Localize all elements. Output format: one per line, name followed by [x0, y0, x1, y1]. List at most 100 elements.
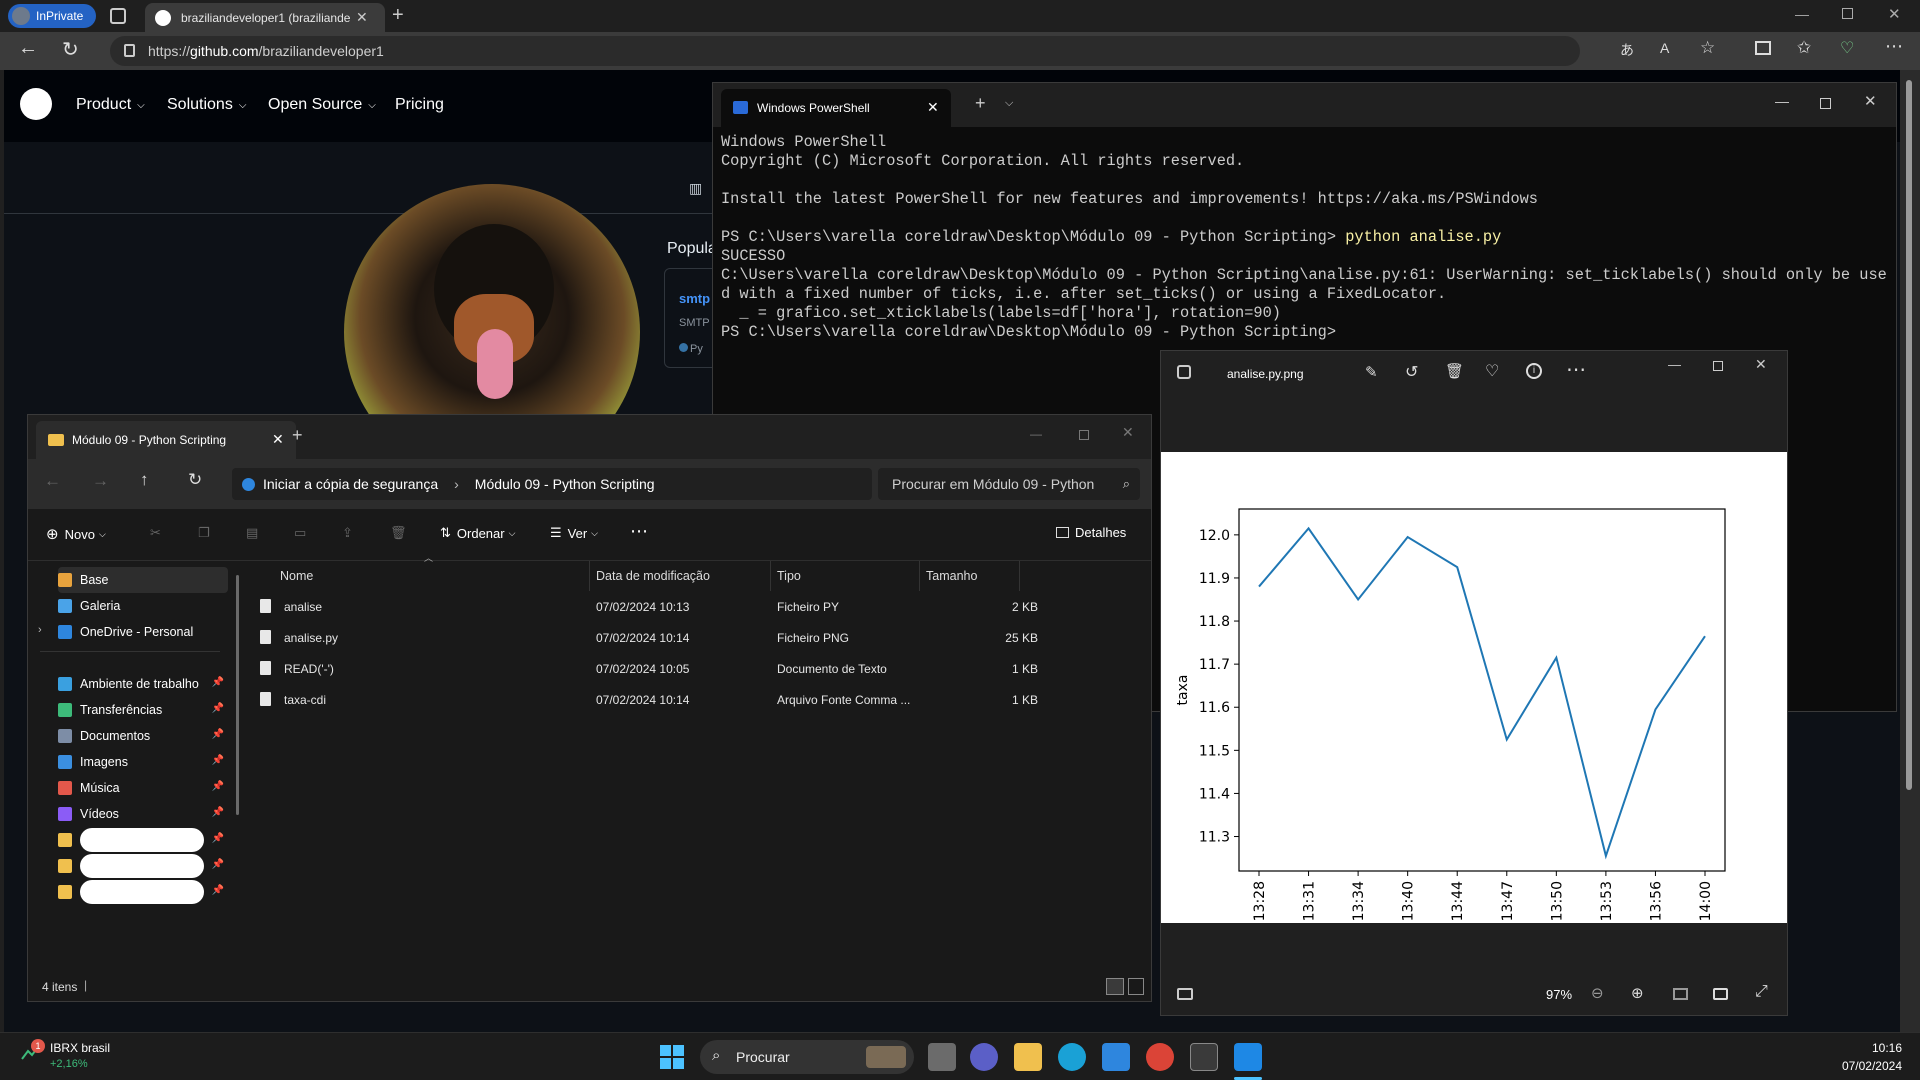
sidebar-item[interactable]: Música 📌	[58, 775, 228, 801]
restore-icon[interactable]	[1842, 8, 1853, 19]
search-input[interactable]: Procurar em Módulo 09 - Python ⌕	[878, 468, 1140, 500]
column-name[interactable]: Nome	[280, 561, 313, 591]
chrome-icon[interactable]	[1146, 1043, 1174, 1071]
pin-icon[interactable]: 📌	[212, 859, 224, 870]
sidebar-item[interactable]: Base	[58, 567, 228, 593]
read-aloud-icon[interactable]: あ	[1620, 40, 1634, 60]
zoom-in-icon[interactable]: ⊕	[1631, 984, 1644, 1002]
photos-icon[interactable]	[1234, 1043, 1262, 1071]
image-canvas[interactable]: 11.3 11.4 11.5 11.6 11.7 11.8 11.9 12.0 13:28 13:…	[1161, 452, 1787, 923]
edge-icon[interactable]	[1058, 1043, 1086, 1071]
nav-pricing[interactable]: Pricing	[395, 96, 444, 114]
breadcrumb[interactable]: Iniciar a cópia de segurança › Módulo 09…	[232, 468, 872, 500]
zoom-out-icon[interactable]: ⊖	[1591, 984, 1604, 1002]
favorite-star-icon[interactable]: ☆	[1700, 38, 1715, 58]
sidebar-item[interactable]: Imagens 📌	[58, 749, 228, 775]
taskbar-search[interactable]: ⌕ Procurar	[700, 1040, 914, 1074]
column-type[interactable]: Tipo	[777, 561, 801, 591]
chevron-down-icon[interactable]: ⌵	[1005, 97, 1013, 110]
fullscreen-icon[interactable]: ⤢	[1755, 983, 1768, 1001]
pin-icon[interactable]: 📌	[212, 703, 224, 714]
back-icon[interactable]: ←	[18, 37, 38, 60]
details-view-icon[interactable]	[1106, 978, 1124, 995]
up-icon[interactable]: ↑	[140, 470, 149, 490]
chat-icon[interactable]	[970, 1043, 998, 1071]
minimize-icon[interactable]: —	[1030, 427, 1042, 441]
breadcrumb-root[interactable]: Iniciar a cópia de segurança	[263, 476, 438, 492]
github-logo-icon[interactable]	[20, 88, 52, 120]
repo-name[interactable]: smtp	[679, 291, 710, 306]
browser-tab-github[interactable]: braziliandeveloper1 (braziliande ✕	[145, 3, 385, 32]
column-divider[interactable]	[919, 561, 920, 591]
sidebar-item[interactable]: Ambiente de trabalho 📌	[58, 671, 228, 697]
more-options-icon[interactable]: ⋯	[630, 521, 648, 542]
column-size[interactable]: Tamanho	[926, 561, 977, 591]
clock-time[interactable]: 10:16	[1856, 1041, 1902, 1055]
sidebar-item[interactable]: OneDrive - Personal	[58, 619, 228, 645]
column-divider[interactable]	[1019, 561, 1020, 591]
tab-actions-icon[interactable]	[110, 8, 126, 24]
fit-to-window-icon[interactable]	[1673, 988, 1688, 1000]
file-row[interactable]: analise 07/02/2024 10:13 Ficheiro PY 2 KB	[238, 591, 1048, 622]
store-icon[interactable]	[1102, 1043, 1130, 1071]
cut-icon[interactable]: ✂	[150, 525, 161, 541]
task-view-icon[interactable]	[928, 1043, 956, 1071]
minimize-icon[interactable]: —	[1668, 357, 1681, 372]
more-options-icon[interactable]: ⋯	[1566, 357, 1586, 382]
sort-button[interactable]: ⇅ Ordenar ⌵	[440, 525, 515, 541]
tiles-view-icon[interactable]	[1128, 978, 1144, 995]
nav-solutions[interactable]: Solutions ⌵	[167, 96, 246, 114]
back-icon[interactable]: ←	[44, 471, 61, 491]
column-divider[interactable]	[770, 561, 771, 591]
split-screen-icon[interactable]	[1755, 41, 1771, 55]
edit-image-icon[interactable]: ✎	[1365, 363, 1378, 381]
scrollbar-thumb[interactable]	[1906, 80, 1912, 790]
column-date[interactable]: Data de modificação	[596, 561, 710, 591]
settings-more-icon[interactable]: ⋯	[1885, 36, 1903, 57]
new-tab-icon[interactable]: +	[975, 93, 986, 114]
close-window-icon[interactable]: ✕	[1864, 92, 1877, 110]
breadcrumb-current[interactable]: Módulo 09 - Python Scripting	[475, 476, 655, 492]
pin-icon[interactable]: 📌	[212, 729, 224, 740]
pin-icon[interactable]: 📌	[212, 833, 224, 844]
close-tab-icon[interactable]: ✕	[356, 9, 368, 26]
share-icon[interactable]: ⇪	[342, 525, 353, 541]
file-row[interactable]: READ('-') 07/02/2024 10:05 Documento de Te…	[238, 653, 1048, 684]
clock-date[interactable]: 07/02/2024	[1830, 1059, 1902, 1073]
favorite-heart-icon[interactable]: ♡	[1485, 361, 1499, 381]
explorer-tab[interactable]: Módulo 09 - Python Scripting ✕	[36, 421, 296, 459]
filmstrip-icon[interactable]	[1177, 988, 1193, 1000]
file-row[interactable]: taxa-cdi 07/02/2024 10:14 Arquivo Fonte Co…	[238, 684, 1048, 715]
widget-title[interactable]: IBRX brasil	[50, 1041, 110, 1055]
favorites-icon[interactable]: ✩	[1797, 38, 1811, 58]
paste-icon[interactable]: ▤	[246, 525, 258, 541]
browser-essentials-icon[interactable]: ♡	[1840, 38, 1854, 58]
refresh-icon[interactable]: ↻	[188, 470, 202, 490]
terminal-tab[interactable]: Windows PowerShell ✕	[721, 89, 951, 127]
new-tab-icon[interactable]: +	[292, 425, 303, 446]
file-explorer-icon[interactable]	[1014, 1043, 1042, 1071]
minimize-icon[interactable]: —	[1795, 6, 1809, 22]
terminal-output[interactable]: Windows PowerShell Copyright (C) Microsof…	[721, 133, 1891, 342]
close-tab-icon[interactable]: ✕	[272, 431, 284, 448]
close-window-icon[interactable]: ✕	[1122, 424, 1134, 441]
pin-icon[interactable]: 📌	[212, 677, 224, 688]
close-window-icon[interactable]: ✕	[1888, 5, 1901, 23]
nav-open-source[interactable]: Open Source ⌵	[268, 96, 376, 114]
close-tab-icon[interactable]: ✕	[927, 99, 939, 116]
forward-icon[interactable]: →	[92, 471, 109, 491]
pin-icon[interactable]: 📌	[212, 781, 224, 792]
sidebar-item[interactable]: Galeria	[58, 593, 228, 619]
sidebar-item[interactable]: Vídeos 📌	[58, 801, 228, 827]
minimize-icon[interactable]: —	[1775, 93, 1789, 109]
rename-icon[interactable]: ▭	[294, 525, 306, 541]
actual-size-icon[interactable]	[1713, 988, 1728, 1000]
sidebar-item-redacted[interactable]: 📌	[58, 879, 228, 905]
pin-icon[interactable]: 📌	[212, 807, 224, 818]
overview-book-icon[interactable]: ▥	[689, 180, 702, 197]
inprivate-badge[interactable]: InPrivate	[8, 4, 96, 28]
new-tab-icon[interactable]: +	[392, 4, 404, 27]
pin-icon[interactable]: 📌	[212, 755, 224, 766]
info-icon[interactable]: i	[1526, 363, 1542, 379]
close-window-icon[interactable]: ✕	[1755, 356, 1767, 373]
